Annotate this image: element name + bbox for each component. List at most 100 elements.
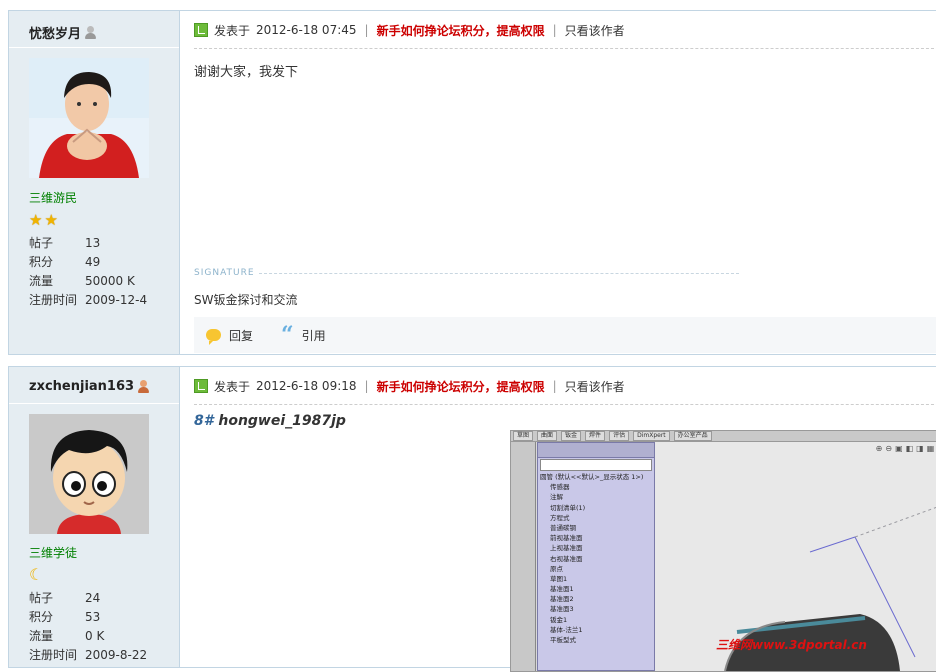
stat-value: 50000 K <box>85 274 135 288</box>
star-icon: ★ <box>44 211 58 229</box>
cad-tree-item: 平板型式 <box>550 636 576 644</box>
cad-tab: 曲面 <box>537 431 558 441</box>
divider: | <box>364 379 369 393</box>
stat-value: 2009-8-22 <box>85 648 148 662</box>
stat-label: 帖子 <box>29 591 54 605</box>
cad-tree-item: 钣金1 <box>550 615 568 624</box>
cad-tree-item: 传感器 <box>550 483 570 492</box>
divider: | <box>552 379 557 393</box>
posted-label: 发表于 <box>214 23 251 38</box>
post-main: 发表于 2012-6-18 09:18 | 新手如何挣论坛积分，提高权限 | 只… <box>194 367 936 672</box>
stat-label: 帖子 <box>29 236 54 250</box>
cad-tree-item: 上视基准面 <box>550 544 583 553</box>
promo-link[interactable]: 新手如何挣论坛积分，提高权限 <box>377 22 545 39</box>
cad-tree-item: 基准面3 <box>550 605 574 614</box>
floor-number[interactable]: 8# <box>194 413 213 429</box>
cad-tree-item: 方程式 <box>550 513 570 522</box>
promo-link[interactable]: 新手如何挣论坛积分，提高权限 <box>377 378 545 395</box>
user-stats: 帖子 24 积分 53 流量 0 K 注册时间 2009-8-22 <box>29 589 147 665</box>
cad-tab: 草图 <box>513 431 534 441</box>
avatar-cartoon <box>29 414 149 534</box>
online-status-icon <box>138 379 150 394</box>
stat-value[interactable]: 24 <box>85 589 100 608</box>
rank-moon: ☾ <box>29 567 43 583</box>
stat-value[interactable]: 13 <box>85 234 100 253</box>
author-only-link[interactable]: 只看该作者 <box>565 22 625 39</box>
divider: | <box>552 23 557 37</box>
cad-left-toolbar <box>511 442 536 671</box>
reply-button[interactable]: 回复 <box>206 327 254 345</box>
reply-label: 回复 <box>229 328 254 343</box>
cad-tab: 办公室产品 <box>673 431 712 441</box>
cad-tab: 焊件 <box>585 431 606 441</box>
author-only-link[interactable]: 只看该作者 <box>565 378 625 395</box>
floor-reference: 8# hongwei_1987jp <box>194 413 346 429</box>
stat-label: 流量 <box>29 274 54 288</box>
cad-filter-box <box>540 459 652 471</box>
stat-value: 53 <box>85 610 101 624</box>
posted-icon <box>194 379 208 393</box>
stat-value: 2009-12-4 <box>85 293 148 307</box>
rank-stars: ★ ★ <box>29 213 58 228</box>
stat-label: 流量 <box>29 629 54 643</box>
avatar[interactable] <box>29 58 149 178</box>
posted-icon <box>194 23 208 37</box>
cad-tree-item: 基准面1 <box>550 585 574 594</box>
post-meta: 发表于 2012-6-18 09:18 | 新手如何挣论坛积分，提高权限 | 只… <box>194 377 625 395</box>
author-name[interactable]: zxchenjian163 <box>29 379 150 394</box>
author-name-text[interactable]: zxchenjian163 <box>29 379 134 394</box>
post-2: zxchenjian163 三维学徒 ☾ 帖子 24 积分 53 流量 0 K … <box>8 366 936 672</box>
posted-time: 2012-6-18 07:45 <box>256 23 357 37</box>
cad-tab: 评估 <box>609 431 630 441</box>
author-name-text[interactable]: 忧愁岁月 <box>29 23 81 42</box>
cad-tab: 钣金 <box>561 431 582 441</box>
stat-value: 0 K <box>85 629 105 643</box>
cad-tree-item: 注解 <box>550 493 563 502</box>
divider: | <box>364 23 369 37</box>
floor-user[interactable]: hongwei_1987jp <box>218 413 346 429</box>
stat-label: 积分 <box>29 610 54 624</box>
cad-tree-item: 草图1 <box>550 574 568 583</box>
avatar[interactable] <box>29 414 149 534</box>
cad-ribbon-tabs: 草图 曲面 钣金 焊件 评估 DimXpert 办公室产品 <box>511 431 936 442</box>
posted-time: 2012-6-18 09:18 <box>256 379 357 393</box>
author-sidebar: 忧愁岁月 三维游民 ★ ★ 帖子 13 积分 49 流量 50000 K 注册时… <box>9 11 180 354</box>
user-stats: 帖子 13 积分 49 流量 50000 K 注册时间 2009-12-4 <box>29 234 147 310</box>
cad-tree-item: 切割清单(1) <box>550 503 586 512</box>
signature-text: SW钣金探讨和交流 <box>194 293 298 307</box>
stat-label: 注册时间 <box>29 648 78 662</box>
signature-divider <box>258 272 739 274</box>
user-group[interactable]: 三维学徒 <box>29 544 77 561</box>
reply-icon <box>206 329 221 345</box>
cad-tree-item: 前视基准面 <box>550 534 583 543</box>
cad-tab: DimXpert <box>633 431 670 441</box>
avatar-photo <box>29 58 149 178</box>
user-group[interactable]: 三维游民 <box>29 189 77 206</box>
author-sidebar: zxchenjian163 三维学徒 ☾ 帖子 24 积分 53 流量 0 K … <box>9 367 180 667</box>
post-content: 谢谢大家，我发下 <box>194 65 299 80</box>
offline-status-icon <box>85 25 97 40</box>
stat-label: 积分 <box>29 255 54 269</box>
cad-tree-item: 圆管 (默认<<默认>_显示状态 1>) <box>540 473 644 481</box>
posted-label: 发表于 <box>214 379 251 394</box>
quote-label: 引用 <box>301 328 326 343</box>
watermark-text: 三维网www.3dportal.cn <box>716 638 867 652</box>
signature-label: SIGNATURE <box>194 268 255 278</box>
post-main: 发表于 2012-6-18 07:45 | 新手如何挣论坛积分，提高权限 | 只… <box>194 11 936 354</box>
author-name[interactable]: 忧愁岁月 <box>29 23 97 42</box>
stat-value: 49 <box>85 255 101 269</box>
cad-tree-item: 基体-法兰1 <box>550 625 583 634</box>
quote-icon: “ <box>281 322 294 348</box>
cad-tree-item: 基准面2 <box>550 595 574 604</box>
post-meta: 发表于 2012-6-18 07:45 | 新手如何挣论坛积分，提高权限 | 只… <box>194 21 625 39</box>
post-1: 忧愁岁月 三维游民 ★ ★ 帖子 13 积分 49 流量 50000 K 注册时… <box>8 10 936 355</box>
post-actions: 回复 “ 引用 <box>194 317 936 353</box>
cad-tree-item: 普通碳钢 <box>550 523 576 532</box>
star-icon: ★ <box>29 211 43 229</box>
stat-label: 注册时间 <box>29 293 78 307</box>
quote-button[interactable]: “ 引用 <box>281 322 326 348</box>
cad-tree-item: 原点 <box>550 564 563 573</box>
moon-icon: ☾ <box>29 565 44 584</box>
cad-tree-item: 右视基准面 <box>550 554 583 563</box>
cad-feature-tree: 圆管 (默认<<默认>_显示状态 1>) 传感器 注解 切割清单(1) 方程式 普通碳钢前… <box>537 442 655 671</box>
